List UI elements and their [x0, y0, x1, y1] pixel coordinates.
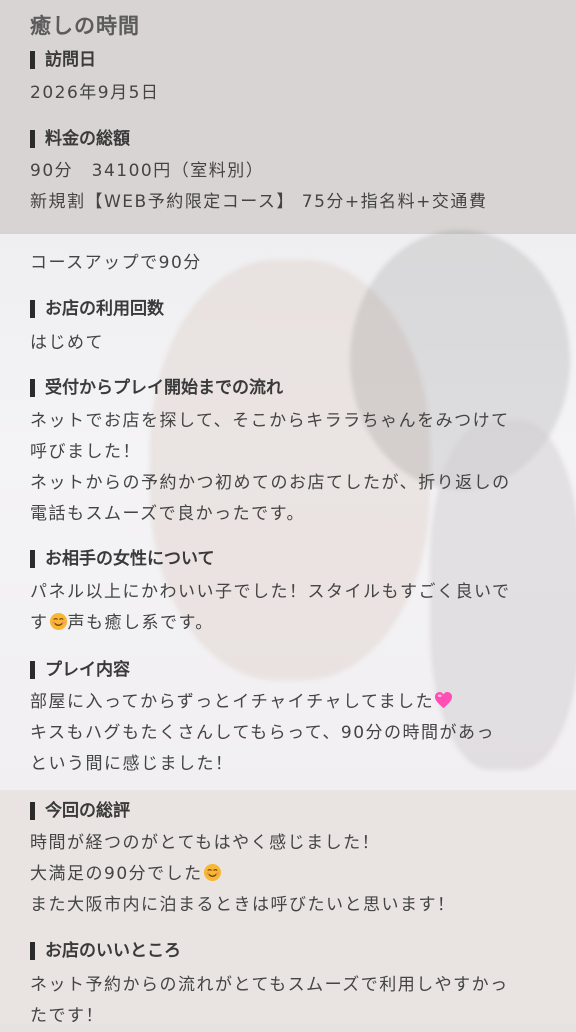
pink-heart-emoji-icon	[435, 691, 453, 709]
flow-paragraph: ネットからの予約かつ初めてのお店てしたが、折り返しの電話もスムーズで良かったです…	[30, 473, 511, 524]
visit-date-text: 2026年9月5日	[30, 83, 160, 103]
review-text: 大満足の90分でした	[30, 864, 203, 884]
fee-line: コースアップで90分	[30, 253, 202, 273]
smiling-face-emoji-icon	[203, 863, 221, 882]
review-line: 時間が経つのがとてもはやく感じました！	[30, 833, 381, 853]
section-heading-total-fee: 料金の総額	[30, 130, 130, 148]
section-heading-play: プレイ内容	[30, 661, 130, 679]
play-line: キスもハグもたくさんしてもらって、90分の時間があっという間に感じました！	[30, 723, 496, 774]
smiling-face-emoji-icon	[49, 612, 67, 631]
play-line: 部屋に入ってからずっとイチャイチャしてました	[30, 687, 526, 718]
section-heading-review: 今回の総評	[30, 802, 130, 820]
review-line: また大阪市内に泊まるときは呼びたいと思います！	[30, 895, 456, 915]
fee-line: 90分 34100円（室料別）	[30, 161, 265, 181]
good-points-paragraph: ネット予約からの流れがとてもスムーズで利用しやすかったです！	[30, 975, 509, 1026]
partner-text-b: 声も癒し系です。	[67, 613, 214, 633]
play-text-a: 部屋に入ってからずっとイチャイチャしてました	[30, 692, 435, 712]
flow-paragraph: ネットでお店を探して、そこからキララちゃんをみつけて呼びました！	[30, 411, 510, 462]
section-heading-visit-count: お店の利用回数	[30, 300, 164, 318]
section-heading-good-points: お店のいいところ	[30, 942, 181, 960]
section-heading-flow: 受付からプレイ開始までの流れ	[30, 379, 283, 397]
visit-count-text: はじめて	[30, 333, 104, 353]
review-line: 大満足の90分でした	[30, 859, 526, 890]
fee-line: 新規割【WEB予約限定コース】 75分+指名料+交通費	[30, 192, 488, 212]
section-heading-visit-date: 訪問日	[30, 51, 96, 69]
page-title: 癒しの時間	[30, 14, 140, 38]
partner-paragraph: パネル以上にかわいい子でした！スタイルもすごく良いです 声も癒し系です。	[30, 577, 526, 639]
section-heading-partner: お相手の女性について	[30, 550, 215, 568]
